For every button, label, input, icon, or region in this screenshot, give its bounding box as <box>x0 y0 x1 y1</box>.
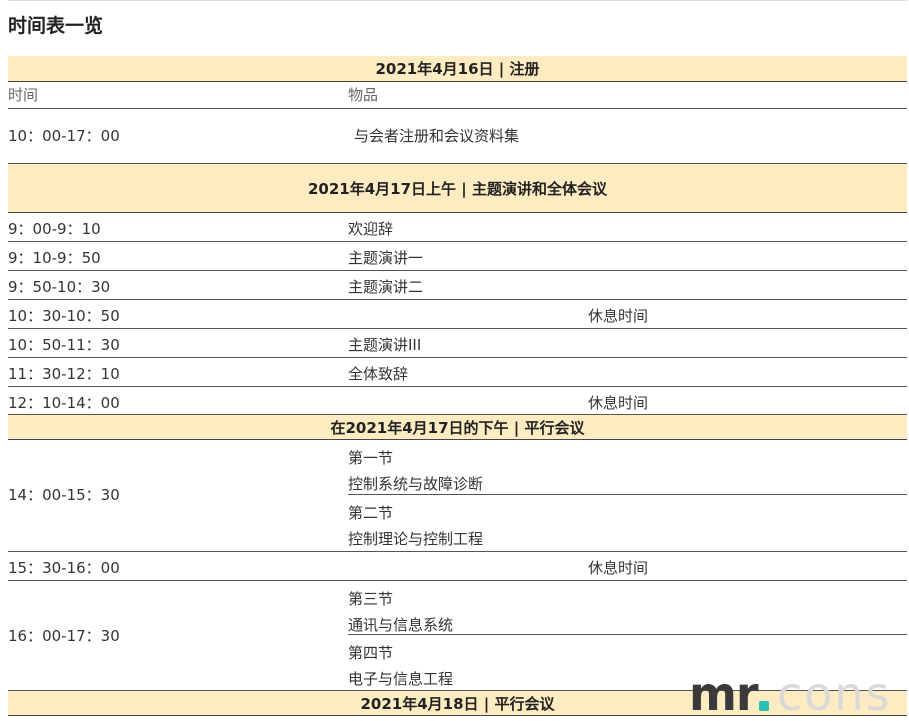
watermark-logo: mr cons <box>681 667 909 721</box>
break-row: 10：30-10：50 休息时间 <box>8 299 907 328</box>
table-row: 9：10-9：50 主题演讲一 <box>8 241 907 270</box>
break-row: 12：10-14：00 休息时间 <box>8 386 907 414</box>
table-row: 10：50-11：30 主题演讲III <box>8 328 907 357</box>
table-row: 9：00-9：10 欢迎辞 <box>8 213 907 241</box>
session-3: 第三节 通讯与信息系统 <box>348 581 907 635</box>
session-1: 第一节 控制系统与故障诊断 <box>348 440 907 495</box>
session-name: 第二节 <box>348 504 394 522</box>
time-cell: 16：00-17：30 <box>8 627 120 645</box>
day-header: 2021年4月17日上午 | 主题演讲和全体会议 <box>8 163 907 213</box>
column-header-item: 物品 <box>348 86 379 104</box>
table-row: 9：50-10：30 主题演讲二 <box>8 270 907 299</box>
session-topic: 通讯与信息系统 <box>348 616 454 634</box>
column-header-time: 时间 <box>8 86 39 104</box>
session-name: 第四节 <box>348 644 394 662</box>
schedule-table: 2021年4月16日 | 注册 时间 物品 10：00-17：00 与会者注册和… <box>8 56 907 716</box>
day-header: 在2021年4月17日的下午 | 平行会议 <box>8 414 907 440</box>
page-title: 时间表一览 <box>8 15 104 37</box>
table-row: 11：30-12：10 全体致辞 <box>8 357 907 386</box>
day-header: 2021年4月16日 | 注册 <box>8 56 907 82</box>
break-label: 休息时间 <box>588 394 649 412</box>
top-divider <box>8 0 907 1</box>
table-row: 10：00-17：00 与会者注册和会议资料集 <box>8 109 907 163</box>
time-cell: 14：00-15：30 <box>8 486 120 504</box>
session-topic: 控制系统与故障诊断 <box>348 475 484 493</box>
watermark-text-right: cons <box>777 667 892 721</box>
watermark-dot <box>759 701 769 711</box>
session-topic: 控制理论与控制工程 <box>348 530 484 548</box>
session-topic: 电子与信息工程 <box>348 670 454 688</box>
break-row: 15：30-16：00 休息时间 <box>8 551 907 580</box>
session-name: 第一节 <box>348 449 394 467</box>
item-cell: 与会者注册和会议资料集 <box>354 127 520 145</box>
session-name: 第三节 <box>348 590 394 608</box>
watermark-text-left: mr <box>689 667 759 721</box>
column-header-row: 时间 物品 <box>8 82 907 109</box>
time-cell: 10：00-17：00 <box>8 127 120 145</box>
parallel-block: 14：00-15：30 第一节 控制系统与故障诊断 第二节 控制理论与控制工程 <box>8 440 907 551</box>
time-cell: 12：10-14：00 <box>8 394 120 412</box>
session-2: 第二节 控制理论与控制工程 <box>348 495 907 551</box>
